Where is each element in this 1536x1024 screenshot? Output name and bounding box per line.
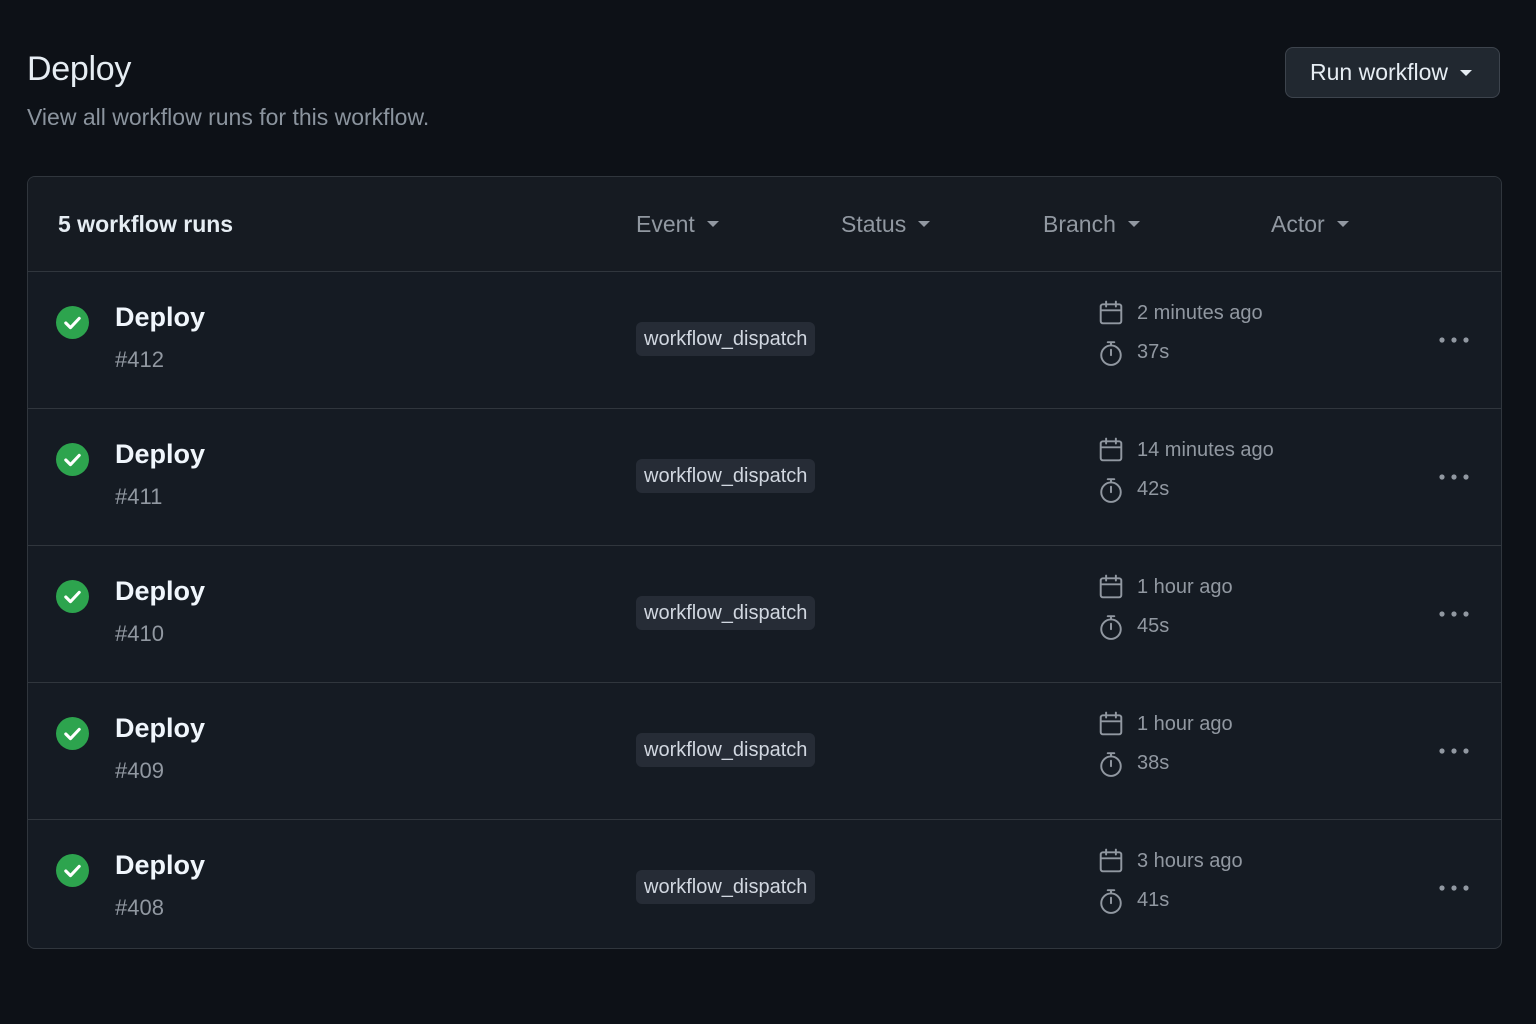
event-filter[interactable]: Event: [636, 211, 719, 238]
event-tag: workflow_dispatch: [636, 596, 816, 630]
runs-table-header: 5 workflow runs Event Status Branch Acto…: [28, 177, 1501, 272]
run-time: 2 minutes ago: [1137, 302, 1263, 324]
actor-filter[interactable]: Actor: [1271, 211, 1349, 238]
caret-down-icon: [1460, 69, 1473, 76]
run-duration: 42s: [1137, 478, 1170, 500]
run-duration: 41s: [1137, 889, 1170, 911]
calendar-icon: [1099, 711, 1123, 736]
event-filter-label: Event: [636, 211, 695, 237]
status-filter[interactable]: Status: [841, 211, 931, 238]
run-time: 1 hour ago: [1137, 713, 1233, 735]
event-tag: workflow_dispatch: [636, 322, 816, 356]
run-duration: 38s: [1137, 752, 1170, 774]
check-circle-icon: [56, 306, 89, 339]
workflow-runs-panel: 5 workflow runs Event Status Branch Acto…: [27, 176, 1502, 949]
event-tag: workflow_dispatch: [636, 459, 816, 493]
run-title[interactable]: Deploy: [115, 302, 205, 333]
kebab-horizontal-icon[interactable]: [1436, 328, 1472, 352]
page-title: Deploy: [27, 50, 132, 88]
caret-down-icon: [1336, 221, 1349, 228]
run-title[interactable]: Deploy: [115, 713, 205, 744]
calendar-icon: [1099, 574, 1123, 599]
status-filter-label: Status: [841, 211, 907, 237]
stopwatch-icon: [1100, 752, 1122, 777]
run-time: 1 hour ago: [1137, 576, 1233, 598]
run-workflow-button[interactable]: Run workflow: [1285, 47, 1500, 98]
kebab-horizontal-icon[interactable]: [1436, 465, 1472, 489]
caret-down-icon: [918, 221, 931, 228]
run-number: #411: [115, 484, 163, 509]
workflow-run-row[interactable]: Deploy #409 workflow_dispatch 1 hour ago…: [28, 683, 1501, 820]
check-circle-icon: [56, 717, 89, 750]
kebab-horizontal-icon[interactable]: [1436, 602, 1472, 626]
caret-down-icon: [1127, 221, 1140, 228]
run-workflow-label: Run workflow: [1310, 59, 1449, 85]
calendar-icon: [1099, 300, 1123, 325]
caret-down-icon: [706, 221, 719, 228]
kebab-horizontal-icon[interactable]: [1436, 876, 1472, 900]
calendar-icon: [1099, 848, 1123, 873]
check-circle-icon: [56, 854, 89, 887]
workflow-run-row[interactable]: Deploy #410 workflow_dispatch 1 hour ago…: [28, 546, 1501, 683]
run-title[interactable]: Deploy: [115, 850, 205, 881]
stopwatch-icon: [1100, 615, 1122, 640]
branch-filter-label: Branch: [1043, 211, 1116, 237]
runs-list: Deploy #412 workflow_dispatch 2 minutes …: [28, 272, 1501, 948]
check-circle-icon: [56, 580, 89, 613]
stopwatch-icon: [1100, 478, 1122, 503]
page-subtitle: View all workflow runs for this workflow…: [27, 104, 430, 130]
run-number: #409: [115, 758, 164, 783]
run-number: #412: [115, 347, 164, 372]
stopwatch-icon: [1100, 889, 1122, 914]
calendar-icon: [1099, 437, 1123, 462]
kebab-horizontal-icon[interactable]: [1436, 739, 1472, 763]
run-title[interactable]: Deploy: [115, 576, 205, 607]
run-number: #410: [115, 621, 164, 646]
run-title[interactable]: Deploy: [115, 439, 205, 470]
run-time: 14 minutes ago: [1137, 439, 1274, 461]
run-number: #408: [115, 895, 164, 920]
event-tag: workflow_dispatch: [636, 733, 816, 767]
run-duration: 37s: [1137, 341, 1170, 363]
check-circle-icon: [56, 443, 89, 476]
workflow-run-row[interactable]: Deploy #412 workflow_dispatch 2 minutes …: [28, 272, 1501, 409]
actor-filter-label: Actor: [1271, 211, 1325, 237]
branch-filter[interactable]: Branch: [1043, 211, 1140, 238]
runs-count: 5 workflow runs: [58, 211, 234, 237]
workflow-run-row[interactable]: Deploy #408 workflow_dispatch 3 hours ag…: [28, 820, 1501, 948]
stopwatch-icon: [1100, 341, 1122, 366]
run-time: 3 hours ago: [1137, 850, 1243, 872]
workflow-run-row[interactable]: Deploy #411 workflow_dispatch 14 minutes…: [28, 409, 1501, 546]
event-tag: workflow_dispatch: [636, 870, 816, 904]
workflow-runs-page: Deploy View all workflow runs for this w…: [0, 0, 1536, 1024]
run-duration: 45s: [1137, 615, 1170, 637]
